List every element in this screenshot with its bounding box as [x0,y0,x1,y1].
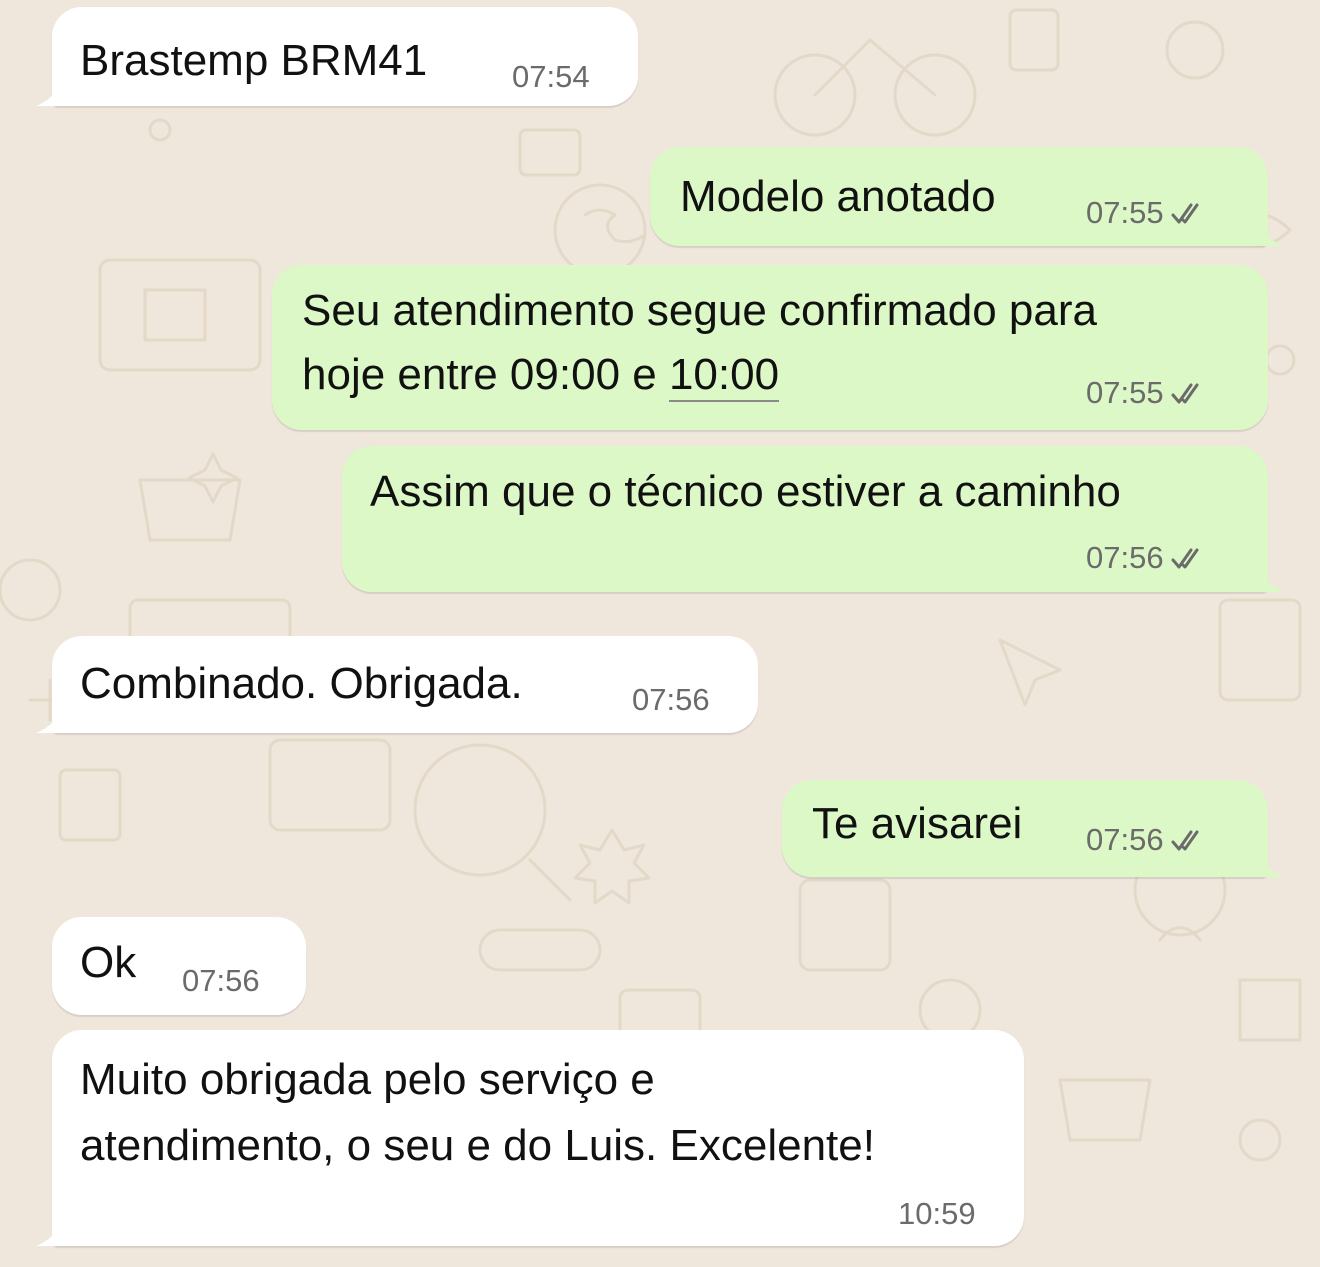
message-timestamp: 07:56 [182,963,260,998]
outgoing-message[interactable]: Te avisarei 07:56 [782,780,1284,877]
outgoing-message[interactable]: Modelo anotado 07:55 [650,147,1284,246]
outgoing-message[interactable]: Seu atendimento segue confirmado para ho… [272,265,1268,430]
bubble-tail [1256,849,1284,877]
double-check-icon [1171,548,1199,569]
double-check-icon [1171,203,1199,224]
bubble-tail [36,705,64,733]
message-timestamp: 07:56 [1086,540,1204,576]
bubble-tail [36,1218,64,1246]
bubble-tail [1256,564,1284,592]
message-text-line-1: Seu atendimento segue confirmado para [302,286,1097,335]
bubble-tail [36,78,64,106]
message-timestamp: 07:54 [512,59,590,94]
double-check-icon [1171,830,1199,851]
message-timestamp: 07:56 [632,682,710,717]
incoming-message[interactable]: Ok 07:56 [52,917,306,1015]
message-text: Ok [80,938,137,987]
message-timestamp: 07:56 [1086,822,1204,858]
message-timestamp: 07:55 [1086,375,1204,411]
message-text: Te avisarei [812,799,1023,848]
time-link[interactable]: 10:00 [668,350,780,402]
message-text-line-2: hoje entre 09:00 e 10:00 [302,343,780,407]
message-timestamp: 07:55 [1086,195,1204,231]
message-text: Modelo anotado [680,172,996,221]
message-text: Brastemp BRM41 [80,36,428,85]
incoming-message[interactable]: Brastemp BRM41 07:54 [36,7,638,106]
outgoing-message[interactable]: Assim que o técnico estiver a caminho 07… [342,446,1284,592]
message-text-line-2: atendimento, o seu e do Luis. Excelente! [80,1121,875,1170]
message-text: Assim que o técnico estiver a caminho [370,467,1121,516]
message-text-line-1: Muito obrigada pelo serviço e [80,1055,655,1104]
message-timestamp: 10:59 [898,1196,976,1231]
bubble-tail [1256,218,1284,246]
message-text: Combinado. Obrigada. [80,659,523,708]
incoming-message[interactable]: Combinado. Obrigada. 07:56 [36,636,758,733]
double-check-icon [1171,383,1199,404]
incoming-message[interactable]: Muito obrigada pelo serviço e atendiment… [36,1030,1024,1246]
